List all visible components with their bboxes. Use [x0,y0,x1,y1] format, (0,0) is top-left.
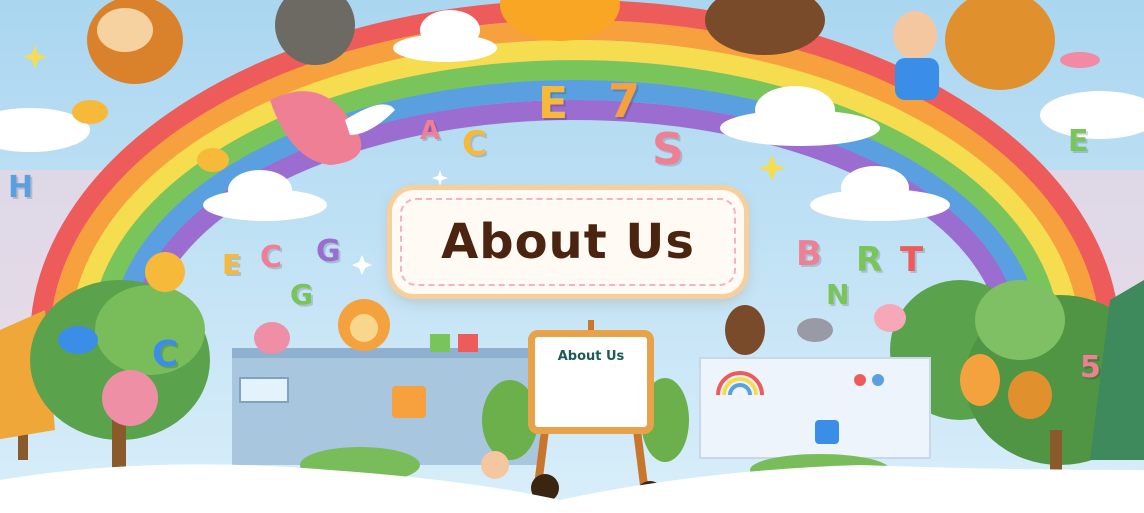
floating-letter: A [420,116,441,146]
floating-letter: R [856,240,883,280]
floating-letter: 7 [608,74,641,128]
floating-letter: T [900,240,924,280]
floating-letter: B [796,234,822,274]
floating-letter: G [290,278,313,311]
floating-letter: E [538,78,569,129]
floating-letter: 5 [1080,350,1101,385]
title-card: About Us [392,190,744,294]
floating-letter: S [652,124,684,175]
floating-letter: N [826,278,850,311]
floating-letter: C [462,124,487,164]
floating-letter: G [316,234,341,269]
floating-letter: E [222,248,242,281]
floating-letter: C [260,240,283,275]
easel-board: About Us [528,330,654,434]
about-us-banner: A C E 7 S H E E C G G C B R T N 5 About … [0,0,1144,510]
floating-letter: E [1068,124,1089,159]
easel-board-title: About Us [557,349,625,364]
page-title: About Us [441,214,695,270]
floating-letter: H [8,170,34,205]
floating-letter: C [152,334,179,375]
